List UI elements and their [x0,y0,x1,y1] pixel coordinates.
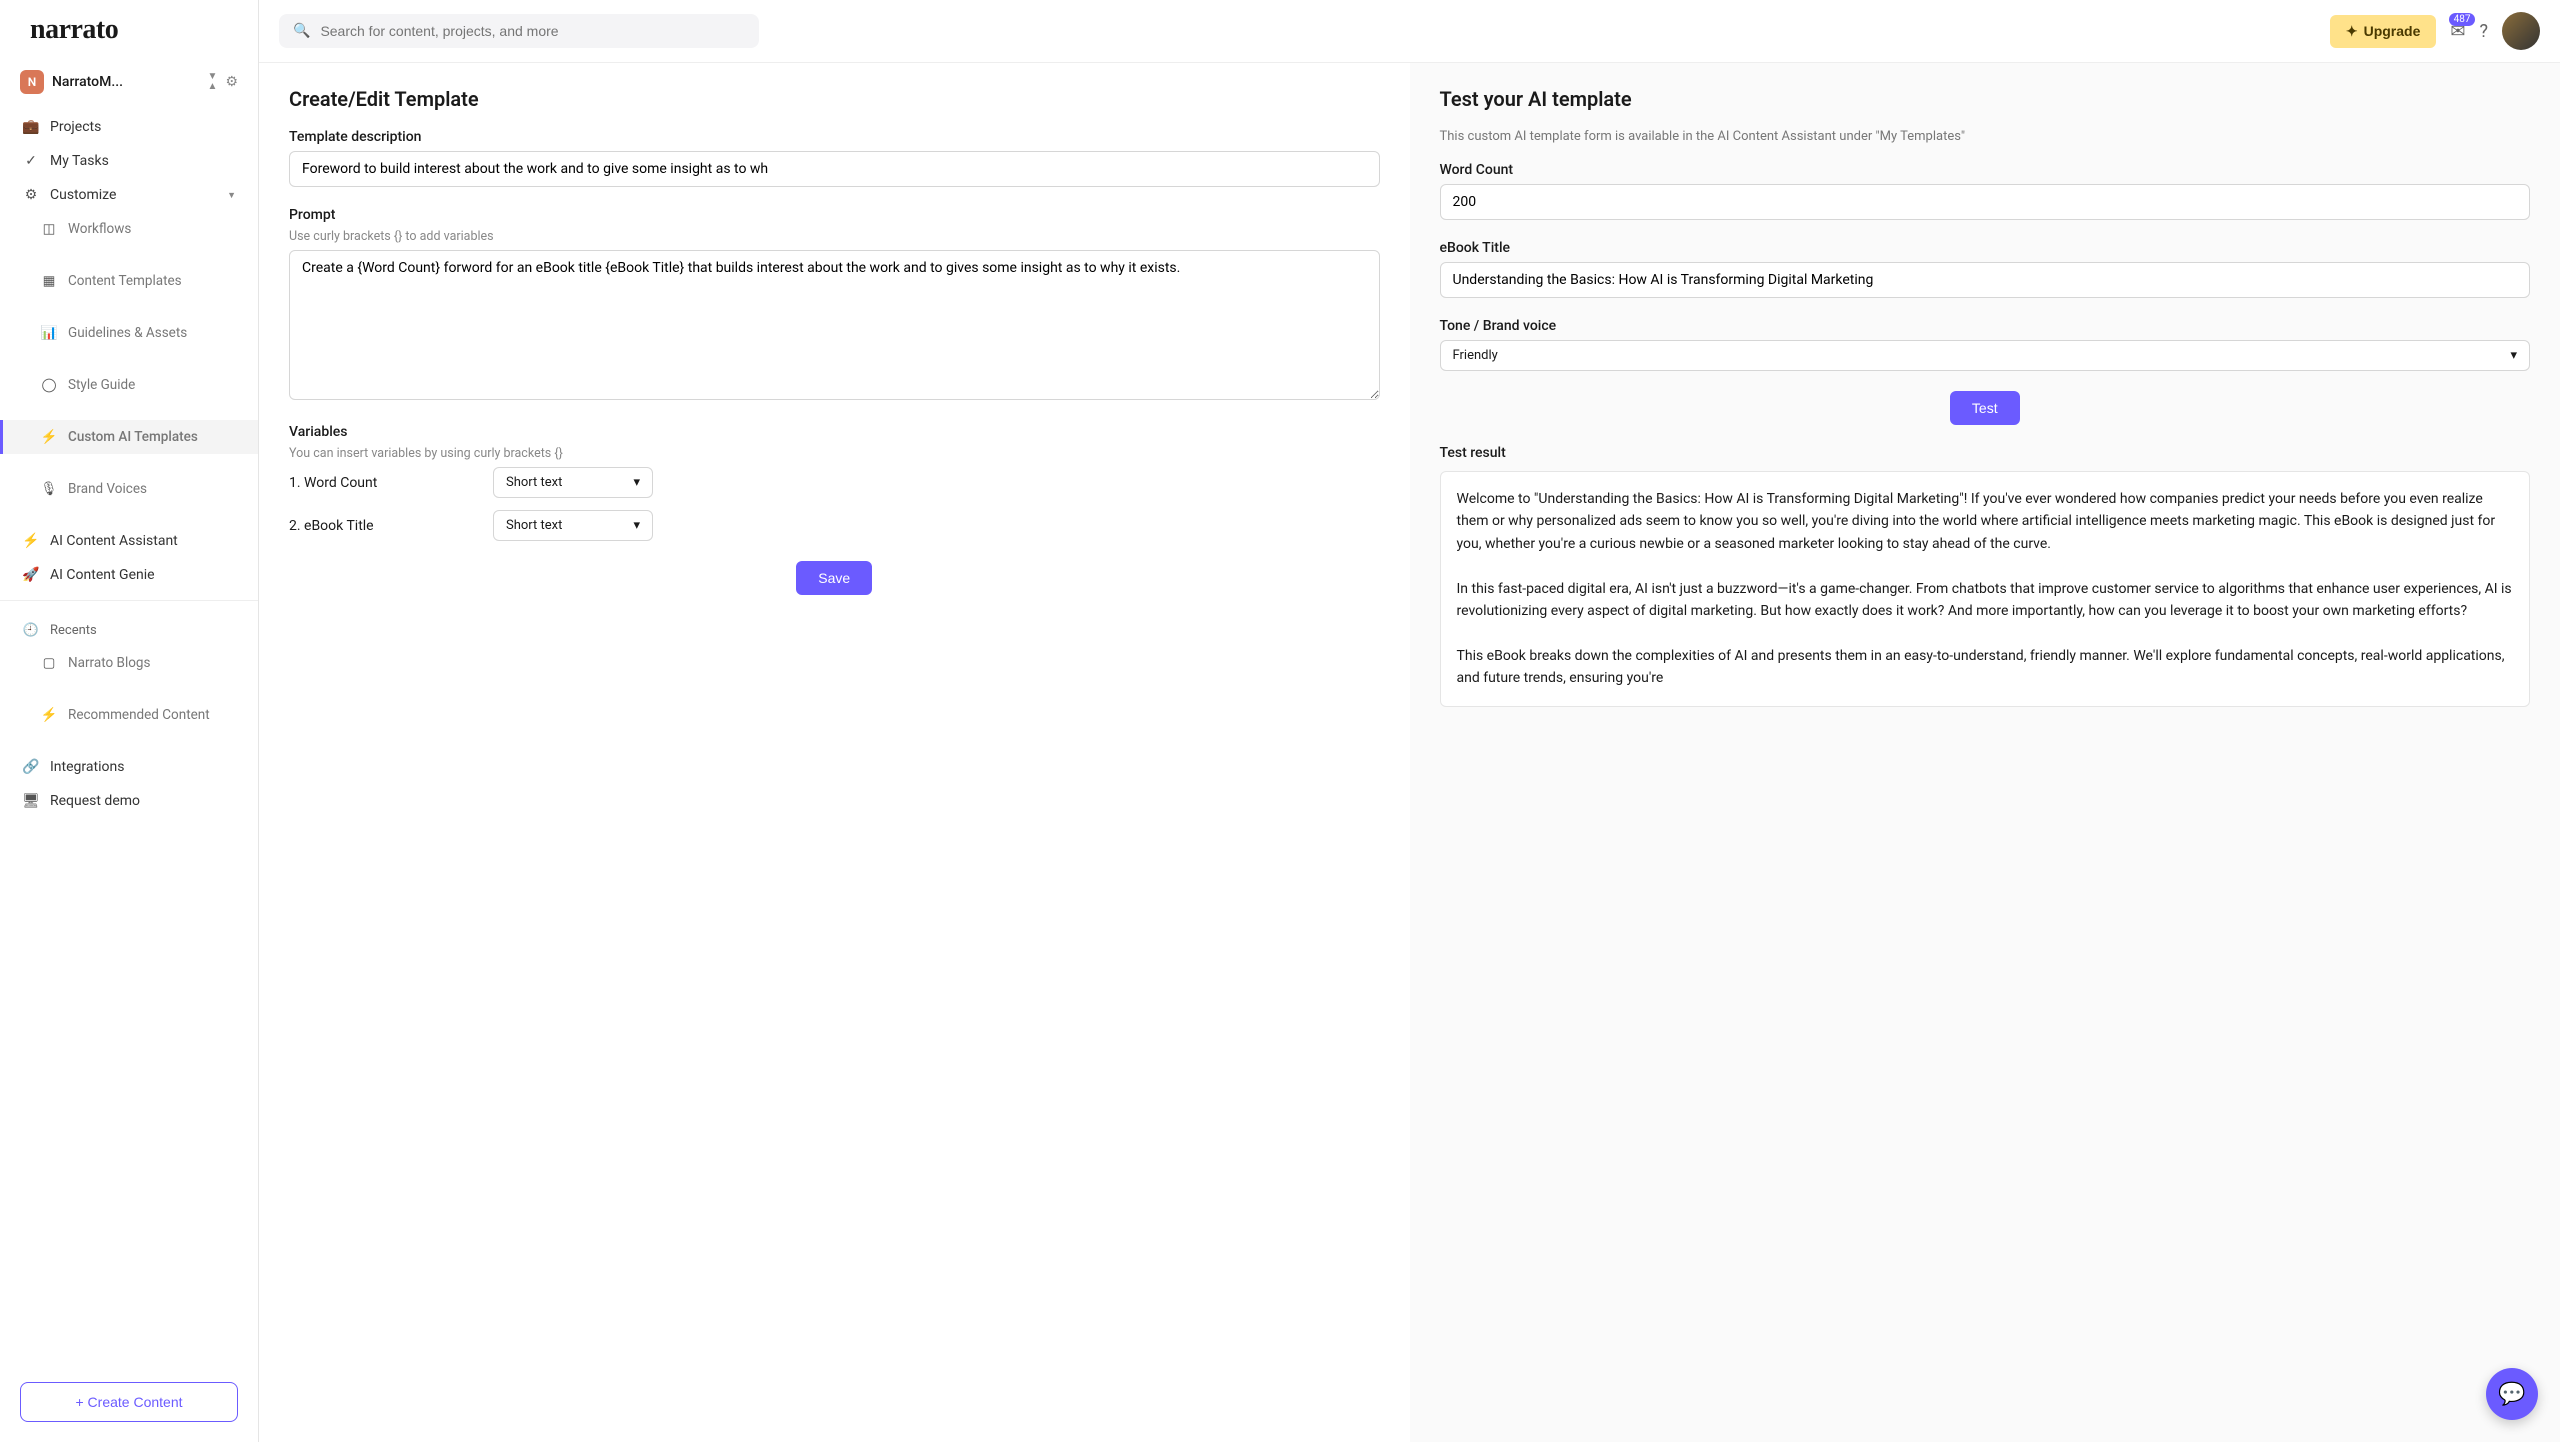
recents-header: 🕘 Recents [0,609,258,646]
notification-count: 487 [2449,13,2476,26]
variable-name: 2. eBook Title [289,518,479,534]
nav-label: Narrato Blogs [68,655,150,671]
prompt-hint: Use curly brackets {} to add variables [289,229,1380,244]
nav-label: Custom AI Templates [68,429,198,445]
nav-guidelines[interactable]: 📊 Guidelines & Assets [0,316,258,350]
search-icon: 🔍 [293,23,310,39]
variable-row: 1. Word Count Short text ▾ [289,467,1380,498]
ebook-title-label: eBook Title [1440,240,2531,256]
chevron-down-icon: ▾ [633,475,640,490]
nav-request-demo[interactable]: 🖥 Request demo [0,784,258,818]
workspace-switcher[interactable]: N NarratoM... ▼▲ ⚙ [0,60,258,104]
bolt-icon: ⚡ [40,707,58,723]
word-count-input[interactable] [1440,184,2531,220]
caret-down-icon: ▼ [227,190,236,201]
nav-label: Projects [50,119,101,135]
nav-narrato-blogs[interactable]: ▢ Narrato Blogs [0,646,258,680]
nav-label: AI Content Assistant [50,533,178,549]
workspace-name: NarratoM... [52,74,200,90]
variable-row: 2. eBook Title Short text ▾ [289,510,1380,541]
clock-icon: 🕘 [22,623,40,638]
variable-type-select[interactable]: Short text ▾ [493,510,653,541]
chevron-down-icon: ▾ [2510,348,2517,363]
nav-recommended-content[interactable]: ⚡ Recommended Content [0,698,258,732]
nav-label: AI Content Genie [50,567,155,583]
nav-label: My Tasks [50,153,109,169]
chevron-down-icon: ▼▲ [208,72,218,92]
nav-label: Request demo [50,793,140,809]
templates-icon: ▦ [40,273,58,289]
notifications-icon[interactable]: ✉ 487 [2450,21,2465,42]
mic-icon: 🎙 [40,481,58,497]
briefcase-icon: 💼 [22,119,40,135]
bolt-icon: ⚡ [22,533,40,549]
folder-icon: ▢ [40,655,58,671]
bolt-icon: ⚡ [40,429,58,445]
test-result-label: Test result [1440,445,2531,461]
workspace-badge: N [20,70,44,94]
rocket-icon: 🚀 [22,567,40,583]
tone-label: Tone / Brand voice [1440,318,2531,334]
search-bar[interactable]: 🔍 [279,14,759,48]
prompt-label: Prompt [289,207,1380,223]
nav-label: Recommended Content [68,707,210,723]
upgrade-button[interactable]: ✦ Upgrade [2330,15,2437,48]
link-icon: 🔗 [22,759,40,775]
save-button[interactable]: Save [796,561,872,595]
sliders-icon: ⚙ [22,187,40,203]
variable-name: 1. Word Count [289,475,479,491]
chevron-down-icon: ▾ [633,518,640,533]
nav-customize[interactable]: ⚙ Customize ▼ [0,178,258,212]
nav-workflows[interactable]: ◫ Workflows [0,212,258,246]
nav-brand-voices[interactable]: 🎙 Brand Voices [0,472,258,506]
check-icon: ✓ [22,153,40,169]
nav-ai-content-assistant[interactable]: ⚡ AI Content Assistant [0,524,258,558]
nav-label: Integrations [50,759,124,775]
tone-select[interactable]: Friendly ▾ [1440,340,2531,371]
logo: narrato [0,0,258,60]
workflow-icon: ◫ [40,221,58,237]
variables-hint: You can insert variables by using curly … [289,446,1380,461]
editor-title: Create/Edit Template [289,87,1380,111]
nav-content-templates[interactable]: ▦ Content Templates [0,264,258,298]
nav-label: Guidelines & Assets [68,325,187,341]
nav-label: Workflows [68,221,131,237]
search-input[interactable] [320,23,745,39]
sparkle-icon: ✦ [2346,23,2358,40]
nav-projects[interactable]: 💼 Projects [0,110,258,144]
nav-label: Style Guide [68,377,135,393]
nav-label: Content Templates [68,273,182,289]
variable-type-select[interactable]: Short text ▾ [493,467,653,498]
chat-widget[interactable]: 💬 [2486,1368,2538,1420]
test-button[interactable]: Test [1950,391,2020,425]
help-icon[interactable]: ? [2479,21,2488,42]
nav-ai-content-genie[interactable]: 🚀 AI Content Genie [0,558,258,592]
gear-icon[interactable]: ⚙ [225,74,238,90]
nav-custom-ai-templates[interactable]: ⚡ Custom AI Templates [0,420,258,454]
desc-label: Template description [289,129,1380,145]
prompt-textarea[interactable]: Create a {Word Count} forword for an eBo… [289,250,1380,400]
chart-icon: 📊 [40,325,58,341]
nav-label: Customize [50,187,116,203]
check-circle-icon: ◯ [40,377,58,393]
ebook-title-input[interactable] [1440,262,2531,298]
variables-label: Variables [289,424,1380,440]
monitor-icon: 🖥 [22,793,40,809]
template-description-input[interactable] [289,151,1380,187]
nav-style-guide[interactable]: ◯ Style Guide [0,368,258,402]
nav-integrations[interactable]: 🔗 Integrations [0,750,258,784]
chat-icon: 💬 [2498,1382,2525,1407]
nav-label: Brand Voices [68,481,147,497]
test-result-output: Welcome to "Understanding the Basics: Ho… [1440,471,2531,707]
create-content-button[interactable]: + Create Content [20,1382,238,1422]
word-count-label: Word Count [1440,162,2531,178]
user-avatar[interactable] [2502,12,2540,50]
test-subtitle: This custom AI template form is availabl… [1440,129,2531,144]
test-title: Test your AI template [1440,87,2531,111]
nav-my-tasks[interactable]: ✓ My Tasks [0,144,258,178]
